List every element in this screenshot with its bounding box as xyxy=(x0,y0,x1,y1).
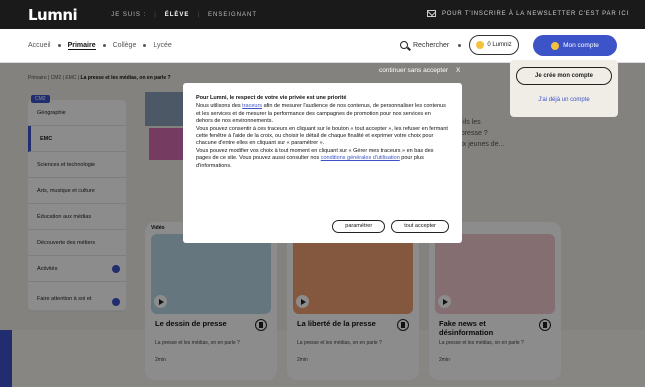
role-eleve[interactable]: ÉLÈVE xyxy=(157,12,198,18)
create-account-button[interactable]: Je crée mon compte xyxy=(516,67,612,85)
account-button[interactable]: Mon compte xyxy=(533,35,617,56)
traceurs-link[interactable]: traceurs xyxy=(242,103,262,109)
consent-paragraph: Nous utilisons des traceurs afin de mesu… xyxy=(196,103,449,125)
lumniz-button[interactable]: 0 Lumniz xyxy=(469,35,519,55)
top-bar: Lumni JE SUIS : | ÉLÈVE | ENSEIGNANT POU… xyxy=(0,0,645,29)
separator-dot xyxy=(143,44,147,47)
role-enseignant[interactable]: ENSEIGNANT xyxy=(200,12,265,18)
level-nav: Accueil Primaire Collège Lycée xyxy=(28,42,172,50)
role-label: JE SUIS : xyxy=(111,11,147,18)
search-label: Rechercher xyxy=(413,41,450,49)
level-primaire[interactable]: Primaire xyxy=(67,42,96,50)
search-button[interactable]: Rechercher xyxy=(400,41,449,49)
account-dropdown: Je crée mon compte J'ai déjà un compte xyxy=(510,60,618,117)
separator-dot xyxy=(57,44,61,47)
settings-button[interactable]: paramétrer xyxy=(332,220,386,233)
cookie-consent-dialog: Pour Lumni, le respect de votre vie priv… xyxy=(183,83,462,243)
separator-dot xyxy=(458,44,461,47)
consent-paragraph: Vous pouvez consentir à ces traceurs en … xyxy=(196,125,448,147)
lumniz-label: 0 Lumniz xyxy=(487,42,512,48)
level-college[interactable]: Collège xyxy=(113,42,137,49)
lumniz-coin-icon xyxy=(476,41,485,49)
account-icon xyxy=(551,41,560,50)
role-nav: JE SUIS : | ÉLÈVE | ENSEIGNANT xyxy=(103,12,265,18)
accept-all-button[interactable]: tout accepter xyxy=(391,220,449,233)
level-accueil[interactable]: Accueil xyxy=(28,42,51,49)
close-icon[interactable]: X xyxy=(456,67,460,74)
account-label: Mon compte xyxy=(563,42,599,49)
search-icon xyxy=(400,41,408,49)
consent-text: Nous utilisons des xyxy=(196,103,243,110)
cgu-link[interactable]: conditions générales d'utilisation xyxy=(321,155,400,161)
consent-buttons: paramétrer tout accepter xyxy=(332,220,449,233)
continue-without-accepting[interactable]: continuer sans accepter X xyxy=(379,67,460,74)
consent-title: Pour Lumni, le respect de votre vie priv… xyxy=(196,95,347,101)
level-lycee[interactable]: Lycée xyxy=(153,42,171,49)
separator-dot xyxy=(102,44,106,47)
continue-label: continuer sans accepter xyxy=(379,67,449,74)
consent-paragraph: Vous pouvez modifier vos choix à tout mo… xyxy=(196,148,449,170)
login-link[interactable]: J'ai déjà un compte xyxy=(510,97,618,103)
lumni-logo[interactable]: Lumni xyxy=(28,6,78,24)
newsletter-label: POUR T'INSCRIRE À LA NEWSLETTER C'EST PA… xyxy=(442,10,629,17)
mail-icon xyxy=(427,10,436,17)
newsletter-link[interactable]: POUR T'INSCRIRE À LA NEWSLETTER C'EST PA… xyxy=(427,10,629,17)
